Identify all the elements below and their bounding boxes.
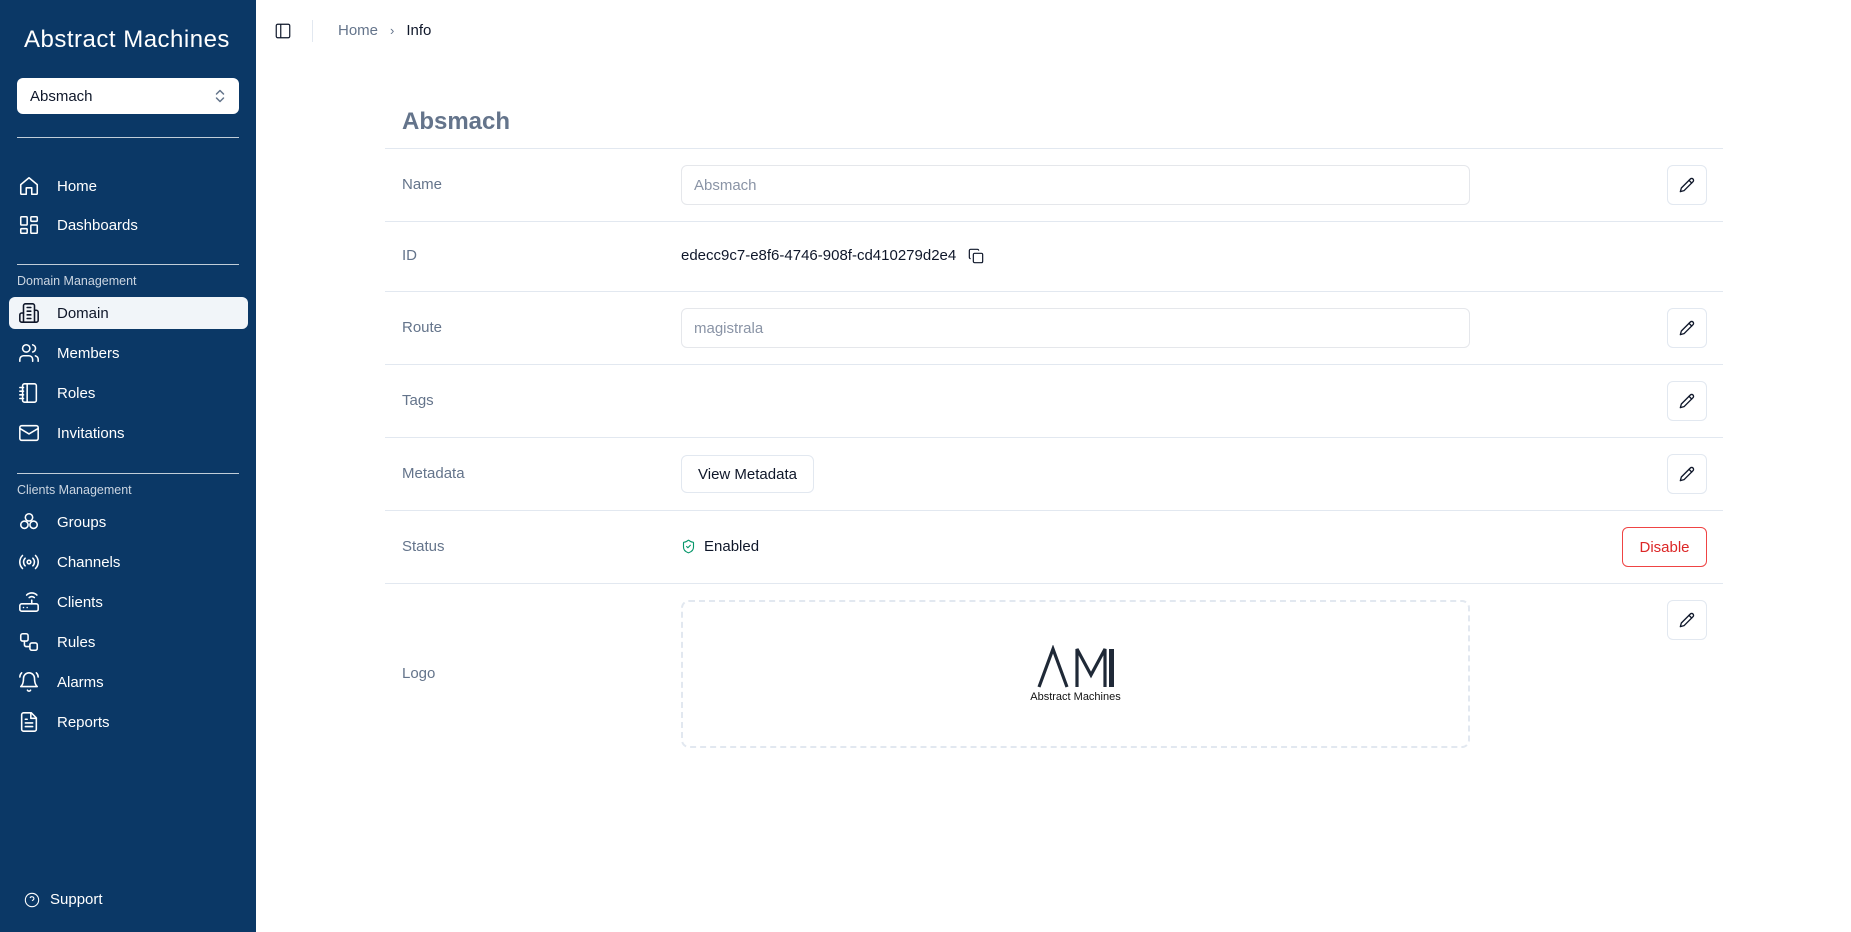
sidebar-item-label: Channels	[57, 553, 121, 571]
sidebar-item-members[interactable]: Members	[9, 337, 248, 369]
name-field[interactable]: Absmach	[681, 165, 1470, 205]
support-label: Support	[50, 891, 103, 908]
sidebar-item-roles[interactable]: Roles	[9, 377, 248, 409]
domain-id-value: edecc9c7-e8f6-4746-908f-cd410279d2e4	[681, 247, 957, 264]
sidebar-item-label: Reports	[57, 713, 110, 731]
breadcrumb-current: Info	[406, 22, 432, 39]
mail-icon	[18, 422, 40, 444]
sidebar-item-rules[interactable]: Rules	[9, 626, 248, 658]
row-id: ID edecc9c7-e8f6-4746-908f-cd410279d2e4	[385, 222, 1723, 292]
sidebar-item-label: Rules	[57, 633, 96, 651]
sidebar-item-label: Roles	[57, 384, 96, 402]
organization-select[interactable]: Absmach	[17, 78, 239, 114]
route-field[interactable]: magistrala	[681, 308, 1470, 348]
pencil-icon	[1679, 320, 1695, 336]
row-status: Status Enabled Disable	[385, 511, 1723, 584]
edit-logo-button[interactable]	[1667, 600, 1707, 640]
top-bar: Home › Info	[256, 0, 1851, 64]
section-label-clients-management: Clients Management	[17, 483, 132, 497]
home-icon	[18, 175, 40, 197]
edit-name-button[interactable]	[1667, 165, 1707, 205]
sidebar-item-domain[interactable]: Domain	[9, 297, 248, 329]
sidebar-item-label: Alarms	[57, 673, 104, 691]
bell-icon	[18, 671, 40, 693]
sidebar-item-label: Groups	[57, 513, 107, 531]
pencil-icon	[1679, 177, 1695, 193]
row-label-name: Name	[402, 176, 443, 193]
status-text: Enabled	[704, 538, 760, 555]
row-label-tags: Tags	[402, 392, 434, 409]
info-rows: Name Absmach ID edecc9c7-e8f6-4746-908f-…	[385, 148, 1723, 764]
row-label-route: Route	[402, 319, 443, 336]
sidebar-toggle-button[interactable]	[274, 22, 292, 40]
row-name: Name Absmach	[385, 149, 1723, 222]
users-icon	[18, 342, 40, 364]
edit-route-button[interactable]	[1667, 308, 1707, 348]
row-label-status: Status	[402, 538, 445, 555]
logo-dropzone[interactable]: Abstract Machines	[681, 600, 1470, 748]
row-label-logo: Logo	[402, 665, 436, 682]
page-title: Absmach	[402, 108, 511, 135]
sidebar-item-home[interactable]: Home	[9, 170, 248, 202]
edit-tags-button[interactable]	[1667, 381, 1707, 421]
workflow-icon	[18, 631, 40, 653]
row-tags: Tags	[385, 365, 1723, 438]
row-route: Route magistrala	[385, 292, 1723, 365]
sidebar-item-label: Domain	[57, 304, 109, 322]
pencil-icon	[1679, 466, 1695, 482]
shield-check-icon	[682, 539, 695, 554]
dashboard-icon	[18, 214, 40, 236]
sidebar-item-invitations[interactable]: Invitations	[9, 417, 248, 449]
copy-icon	[968, 248, 984, 263]
sidebar: Abstract Machines Absmach Home Dashboard…	[0, 0, 256, 932]
radio-icon	[18, 551, 40, 573]
sidebar-item-label: Invitations	[57, 424, 125, 442]
view-metadata-button[interactable]: View Metadata	[681, 455, 814, 493]
sidebar-item-label: Clients	[57, 593, 103, 611]
disable-button[interactable]: Disable	[1622, 527, 1707, 567]
topbar-divider	[312, 20, 313, 42]
panel-left-icon	[275, 23, 291, 39]
sidebar-item-reports[interactable]: Reports	[9, 706, 248, 738]
sidebar-item-channels[interactable]: Channels	[9, 546, 248, 578]
logo-caption: Abstract Machines	[1030, 691, 1121, 703]
abstract-machines-logo	[1036, 645, 1114, 688]
edit-metadata-button[interactable]	[1667, 454, 1707, 494]
support-link[interactable]: Support	[24, 891, 103, 908]
row-metadata: Metadata View Metadata	[385, 438, 1723, 511]
sidebar-item-clients[interactable]: Clients	[9, 586, 248, 618]
breadcrumb: Home › Info	[338, 22, 431, 39]
sidebar-item-label: Dashboards	[57, 216, 138, 234]
router-icon	[18, 591, 40, 613]
copy-id-button[interactable]	[968, 248, 984, 264]
help-circle-icon	[24, 892, 40, 907]
row-label-metadata: Metadata	[402, 465, 465, 482]
sidebar-item-alarms[interactable]: Alarms	[9, 666, 248, 698]
building-icon	[18, 302, 40, 324]
row-logo: Logo Abstract Machines	[385, 584, 1723, 764]
groups-icon	[18, 511, 40, 533]
section-label-domain-management: Domain Management	[17, 274, 137, 288]
sidebar-divider	[17, 137, 239, 138]
sidebar-item-groups[interactable]: Groups	[9, 506, 248, 538]
row-label-id: ID	[402, 247, 417, 264]
sidebar-item-label: Members	[57, 344, 120, 362]
sidebar-divider	[17, 473, 239, 474]
breadcrumb-home-link[interactable]: Home	[338, 22, 378, 39]
sidebar-item-dashboards[interactable]: Dashboards	[9, 209, 248, 241]
status-indicator: Enabled	[681, 538, 759, 555]
pencil-icon	[1679, 393, 1695, 409]
sidebar-item-label: Home	[57, 177, 98, 195]
sidebar-divider	[17, 264, 239, 265]
notebook-icon	[18, 382, 40, 404]
chevron-right-icon: ›	[390, 23, 395, 38]
organization-select-value: Absmach	[30, 87, 93, 105]
brand-logo: Abstract Machines	[24, 26, 230, 53]
id-value-wrapper: edecc9c7-e8f6-4746-908f-cd410279d2e4	[681, 247, 984, 264]
chevrons-up-down-icon	[215, 89, 225, 103]
file-text-icon	[18, 711, 40, 733]
pencil-icon	[1679, 612, 1695, 628]
